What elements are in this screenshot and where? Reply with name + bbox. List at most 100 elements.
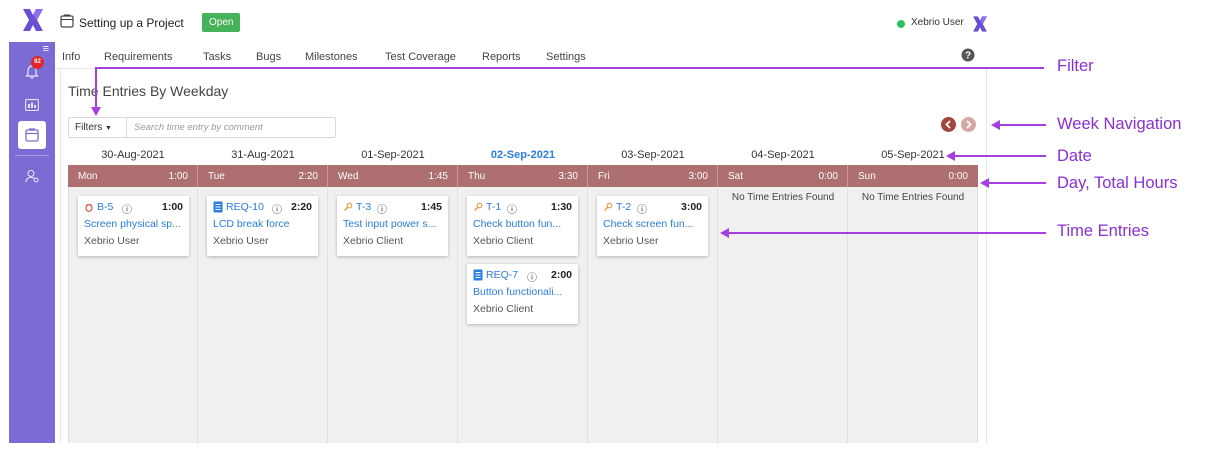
day-date: 03-Sep-2021 bbox=[621, 149, 685, 161]
task-icon bbox=[604, 202, 613, 211]
day-header: Mon 1:00 bbox=[68, 165, 198, 187]
annotation-time-entries: Time Entries bbox=[1057, 222, 1149, 240]
info-icon[interactable]: ⓘ bbox=[507, 201, 517, 216]
users-icon[interactable] bbox=[20, 164, 44, 188]
day-total-hours: 3:30 bbox=[558, 171, 578, 182]
entry-id-link[interactable]: REQ-7 bbox=[473, 269, 518, 281]
requirement-icon bbox=[213, 201, 223, 213]
entry-id-link[interactable]: B-5 bbox=[84, 201, 113, 213]
day-name: Sun bbox=[858, 171, 876, 182]
entry-title-link[interactable]: LCD break force bbox=[213, 218, 313, 230]
time-entry-card[interactable]: REQ-7 ⓘ 2:00 Button functionali... Xebri… bbox=[467, 264, 578, 324]
day-entries: B-5 ⓘ 1:00 Screen physical sp... Xebrio … bbox=[68, 187, 198, 443]
task-icon bbox=[474, 202, 483, 211]
entry-user: Xebrio Client bbox=[343, 235, 404, 247]
day-total-hours: 1:00 bbox=[168, 171, 188, 182]
entry-id-link[interactable]: T-3 bbox=[343, 201, 371, 213]
entry-id-link[interactable]: REQ-10 bbox=[213, 201, 264, 213]
time-entry-card[interactable]: T-3 ⓘ 1:45 Test input power s... Xebrio … bbox=[337, 196, 448, 256]
menu-icon[interactable]: ≡ bbox=[43, 44, 49, 55]
entry-duration: 1:45 bbox=[420, 201, 442, 213]
project-title: Setting up a Project bbox=[79, 16, 184, 30]
annotation-week-navigation: Week Navigation bbox=[1057, 115, 1182, 133]
day-date: 31-Aug-2021 bbox=[231, 149, 295, 161]
info-icon[interactable]: ⓘ bbox=[637, 201, 647, 216]
day-total-hours: 2:20 bbox=[298, 171, 318, 182]
projects-icon[interactable] bbox=[18, 121, 46, 149]
day-entries: T-2 ⓘ 3:00 Check screen fun... Xebrio Us… bbox=[588, 187, 718, 443]
entry-id-link[interactable]: T-1 bbox=[473, 201, 501, 213]
tab-settings[interactable]: Settings bbox=[546, 51, 586, 63]
day-header: Wed 1:45 bbox=[328, 165, 458, 187]
week-nav-annotation-line bbox=[999, 124, 1046, 126]
user-avatar-icon[interactable] bbox=[971, 15, 989, 33]
day-total-hours: 3:00 bbox=[688, 171, 708, 182]
day-total-hours: 1:45 bbox=[428, 171, 448, 182]
entry-id: B-5 bbox=[97, 201, 114, 213]
previous-week-icon[interactable] bbox=[941, 117, 956, 132]
tab-tasks[interactable]: Tasks bbox=[203, 51, 231, 63]
entry-title-link[interactable]: Button functionali... bbox=[473, 286, 573, 298]
annotation-day-total-hours: Day, Total Hours bbox=[1057, 174, 1178, 192]
entry-duration: 2:20 bbox=[290, 201, 312, 213]
entry-duration: 1:00 bbox=[161, 201, 183, 213]
day-header: Fri 3:00 bbox=[588, 165, 718, 187]
app-root: ≡ 92 Setting up a Project Open Xebrio Us… bbox=[0, 0, 1225, 454]
tab-bugs[interactable]: Bugs bbox=[256, 51, 281, 63]
date-annotation-line bbox=[954, 155, 1046, 157]
online-status-indicator bbox=[897, 20, 905, 28]
project-tabs: Info Requirements Tasks Bugs Milestones … bbox=[55, 44, 990, 69]
day-name: Thu bbox=[468, 171, 486, 182]
entry-duration: 2:00 bbox=[550, 269, 572, 281]
time-entry-card[interactable]: REQ-10 ⓘ 2:20 LCD break force Xebrio Use… bbox=[207, 196, 318, 256]
tab-requirements[interactable]: Requirements bbox=[104, 51, 172, 63]
help-icon[interactable]: ? bbox=[961, 48, 975, 62]
day-column-thu: 02-Sep-2021 Thu 3:30 T-1 ⓘ 1:30 Check but… bbox=[458, 149, 588, 443]
time-entries-annotation-line bbox=[728, 232, 1046, 234]
project-header: Setting up a Project Open Xebrio User bbox=[55, 8, 990, 38]
entry-title-link[interactable]: Test input power s... bbox=[343, 218, 443, 230]
day-total-hours: 0:00 bbox=[948, 171, 968, 182]
time-entry-card[interactable]: T-1 ⓘ 1:30 Check button fun... Xebrio Cl… bbox=[467, 196, 578, 256]
caret-down-icon: ▼ bbox=[105, 125, 112, 132]
day-name: Wed bbox=[338, 171, 359, 182]
week-grid: 30-Aug-2021 Mon 1:00 B-5 ⓘ 1:00 Screen ph… bbox=[68, 149, 978, 443]
day-date: 04-Sep-2021 bbox=[751, 149, 815, 161]
tab-test-coverage[interactable]: Test Coverage bbox=[385, 51, 456, 63]
day-name: Tue bbox=[208, 171, 225, 182]
entry-title-link[interactable]: Screen physical sp... bbox=[84, 218, 184, 230]
day-column-tue: 31-Aug-2021 Tue 2:20 REQ-10 ⓘ 2:20 LCD br… bbox=[198, 149, 328, 443]
day-name: Mon bbox=[78, 171, 98, 182]
entry-id: T-3 bbox=[356, 201, 372, 213]
info-icon[interactable]: ⓘ bbox=[122, 201, 132, 216]
day-entries: T-3 ⓘ 1:45 Test input power s... Xebrio … bbox=[328, 187, 458, 443]
entry-user: Xebrio Client bbox=[473, 235, 534, 247]
sidebar-divider bbox=[15, 155, 49, 156]
xebrio-logo[interactable] bbox=[20, 7, 46, 33]
tab-milestones[interactable]: Milestones bbox=[305, 51, 358, 63]
entry-title-link[interactable]: Check button fun... bbox=[473, 218, 573, 230]
time-entry-card[interactable]: T-2 ⓘ 3:00 Check screen fun... Xebrio Us… bbox=[597, 196, 708, 256]
filter-annotation-line bbox=[96, 67, 1044, 69]
current-user-name[interactable]: Xebrio User bbox=[911, 17, 964, 28]
no-entries-message: No Time Entries Found bbox=[861, 192, 965, 203]
entry-title-link[interactable]: Check screen fun... bbox=[603, 218, 703, 230]
dashboard-icon[interactable] bbox=[20, 93, 44, 117]
info-icon[interactable]: ⓘ bbox=[377, 201, 387, 216]
day-date: 30-Aug-2021 bbox=[101, 149, 165, 161]
filters-dropdown[interactable]: Filters ▼ bbox=[68, 117, 127, 138]
entry-id-link[interactable]: T-2 bbox=[603, 201, 631, 213]
bug-icon bbox=[85, 203, 93, 212]
time-entry-card[interactable]: B-5 ⓘ 1:00 Screen physical sp... Xebrio … bbox=[78, 196, 189, 256]
day-date-today: 02-Sep-2021 bbox=[490, 149, 556, 161]
tab-reports[interactable]: Reports bbox=[482, 51, 521, 63]
day-header: Tue 2:20 bbox=[198, 165, 328, 187]
tab-info[interactable]: Info bbox=[62, 51, 80, 63]
entry-id: REQ-7 bbox=[486, 269, 519, 281]
entry-id: T-1 bbox=[486, 201, 502, 213]
next-week-icon[interactable] bbox=[961, 117, 976, 132]
info-icon[interactable]: ⓘ bbox=[272, 201, 282, 216]
day-date: 01-Sep-2021 bbox=[361, 149, 425, 161]
info-icon[interactable]: ⓘ bbox=[527, 269, 537, 284]
search-input[interactable] bbox=[126, 117, 336, 138]
